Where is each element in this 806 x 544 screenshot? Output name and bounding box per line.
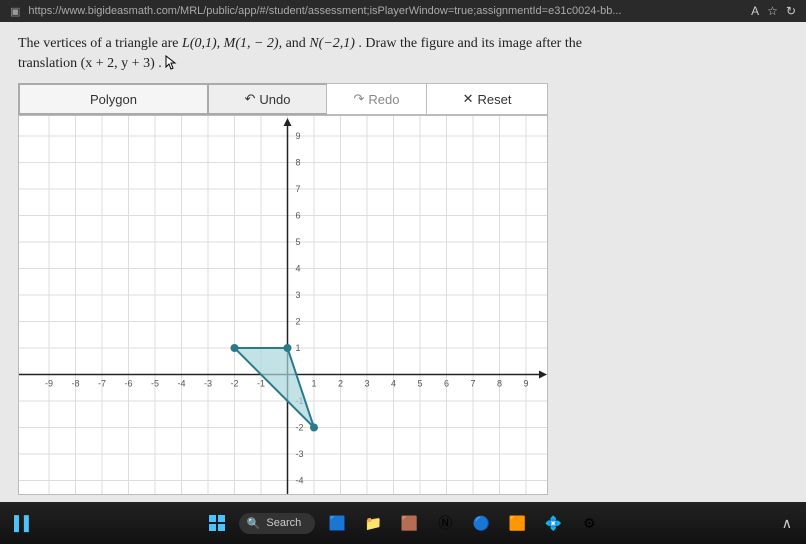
reset-button[interactable]: ✕ Reset [427,84,547,114]
favorite-icon[interactable]: ☆ [767,4,778,18]
svg-text:3: 3 [296,290,301,300]
svg-text:5: 5 [296,237,301,247]
svg-text:5: 5 [417,379,422,389]
svg-text:8: 8 [296,158,301,168]
coordinate-graph[interactable]: -9-8-7-6-5-4-3-2-1123456789-5-4-3-2-1123… [18,115,548,495]
svg-text:4: 4 [391,379,396,389]
svg-text:-4: -4 [296,476,304,486]
svg-text:-8: -8 [71,379,79,389]
redo-button[interactable]: ↷ Redo [327,84,427,114]
polygon-tool-button[interactable]: Polygon [18,83,208,115]
svg-text:7: 7 [296,184,301,194]
svg-text:2: 2 [338,379,343,389]
svg-text:6: 6 [444,379,449,389]
svg-text:-2: -2 [296,423,304,433]
svg-text:9: 9 [296,131,301,141]
taskbar-search[interactable]: 🔍 Search [239,513,316,534]
svg-text:-1: -1 [257,379,265,389]
svg-text:1: 1 [311,379,316,389]
close-icon: ✕ [463,91,474,107]
undo-icon: ↶ [245,91,256,107]
url-text: https://www.bigideasmath.com/MRL/public/… [28,5,743,17]
svg-text:-6: -6 [124,379,132,389]
word-icon[interactable]: ▌▌ [14,515,34,531]
graph-svg[interactable]: -9-8-7-6-5-4-3-2-1123456789-5-4-3-2-1123… [19,116,548,495]
question-text: The vertices of a triangle are L(0,1), M… [18,34,788,73]
store-icon[interactable]: Ⓝ [431,509,459,537]
settings-icon[interactable]: ⚙ [575,509,603,537]
undo-button[interactable]: ↶ Undo [207,83,327,115]
assessment-content: The vertices of a triangle are L(0,1), M… [0,22,806,502]
svg-text:-5: -5 [151,379,159,389]
svg-text:7: 7 [470,379,475,389]
search-icon: 🔍 [247,517,261,530]
svg-text:9: 9 [523,379,528,389]
browser-url-bar[interactable]: ▣ https://www.bigideasmath.com/MRL/publi… [0,0,806,22]
app-icon-2[interactable]: 🟧 [503,509,531,537]
svg-text:3: 3 [364,379,369,389]
task-view-icon[interactable]: 🟦 [323,509,351,537]
read-aloud-icon[interactable]: A [751,4,759,18]
app-icon-3[interactable]: 💠 [539,509,567,537]
svg-text:4: 4 [296,264,301,274]
refresh-icon[interactable]: ↻ [786,4,796,18]
svg-text:-3: -3 [204,379,212,389]
cursor-icon [165,55,177,71]
expand-icon[interactable]: ∧ [782,515,792,532]
explorer-icon[interactable]: 📁 [359,509,387,537]
drawing-toolbar: Polygon ↶ Undo ↷ Redo ✕ Reset [18,83,548,115]
svg-text:-4: -4 [177,379,185,389]
redo-icon: ↷ [354,91,365,107]
svg-text:-3: -3 [296,449,304,459]
windows-taskbar[interactable]: ▌▌ 🔍 Search 🟦 📁 🟫 Ⓝ 🔵 🟧 💠 ⚙ ∧ [0,502,806,544]
svg-text:-2: -2 [230,379,238,389]
edge-icon[interactable]: 🔵 [467,509,495,537]
svg-text:8: 8 [497,379,502,389]
app-icon-1[interactable]: 🟫 [395,509,423,537]
svg-text:-7: -7 [98,379,106,389]
svg-text:2: 2 [296,317,301,327]
start-icon[interactable] [203,509,231,537]
svg-text:6: 6 [296,211,301,221]
svg-text:-9: -9 [45,379,53,389]
svg-text:1: 1 [296,343,301,353]
